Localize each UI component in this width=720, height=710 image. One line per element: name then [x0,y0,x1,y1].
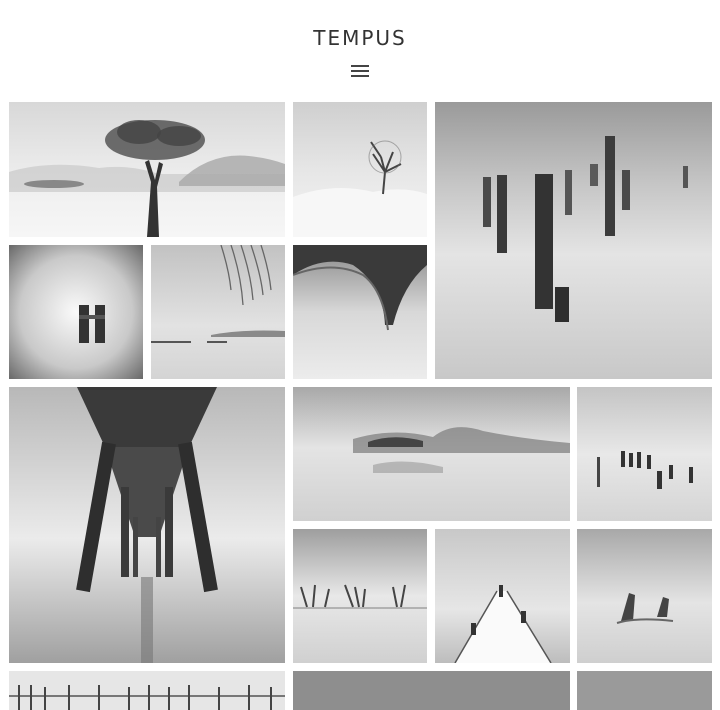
gallery-photo-gray-water-bottom-center[interactable] [293,671,570,710]
gallery-photo-fishing-poles-shore[interactable] [293,529,427,663]
gallery-photo-small-tree-snow[interactable] [293,102,427,237]
gallery-photo-misty-island-hills[interactable] [293,387,570,521]
gallery-photo-scattered-posts-water[interactable] [577,387,712,521]
gallery-photo-gray-water-bottom-right[interactable] [577,671,712,710]
site-header: TEMPUS [0,0,720,100]
gallery-photo-bridge-arch-fog[interactable] [293,245,427,379]
site-title[interactable]: TEMPUS [0,26,720,50]
gallery-photo-twin-pillars-horizon[interactable] [9,245,143,379]
hamburger-menu-icon[interactable] [349,63,371,79]
gallery-photo-snow-jetty[interactable] [435,529,570,663]
gallery-photo-tree-foggy-mountains[interactable] [9,102,285,237]
gallery-photo-willow-branches-pier[interactable] [151,245,285,379]
gallery-photo-wrecked-boats-water[interactable] [577,529,712,663]
gallery-photo-under-pier-perspective[interactable] [9,387,285,663]
gallery-photo-fence-posts-row[interactable] [9,671,285,710]
gallery-photo-posts-in-lake[interactable] [435,102,712,379]
